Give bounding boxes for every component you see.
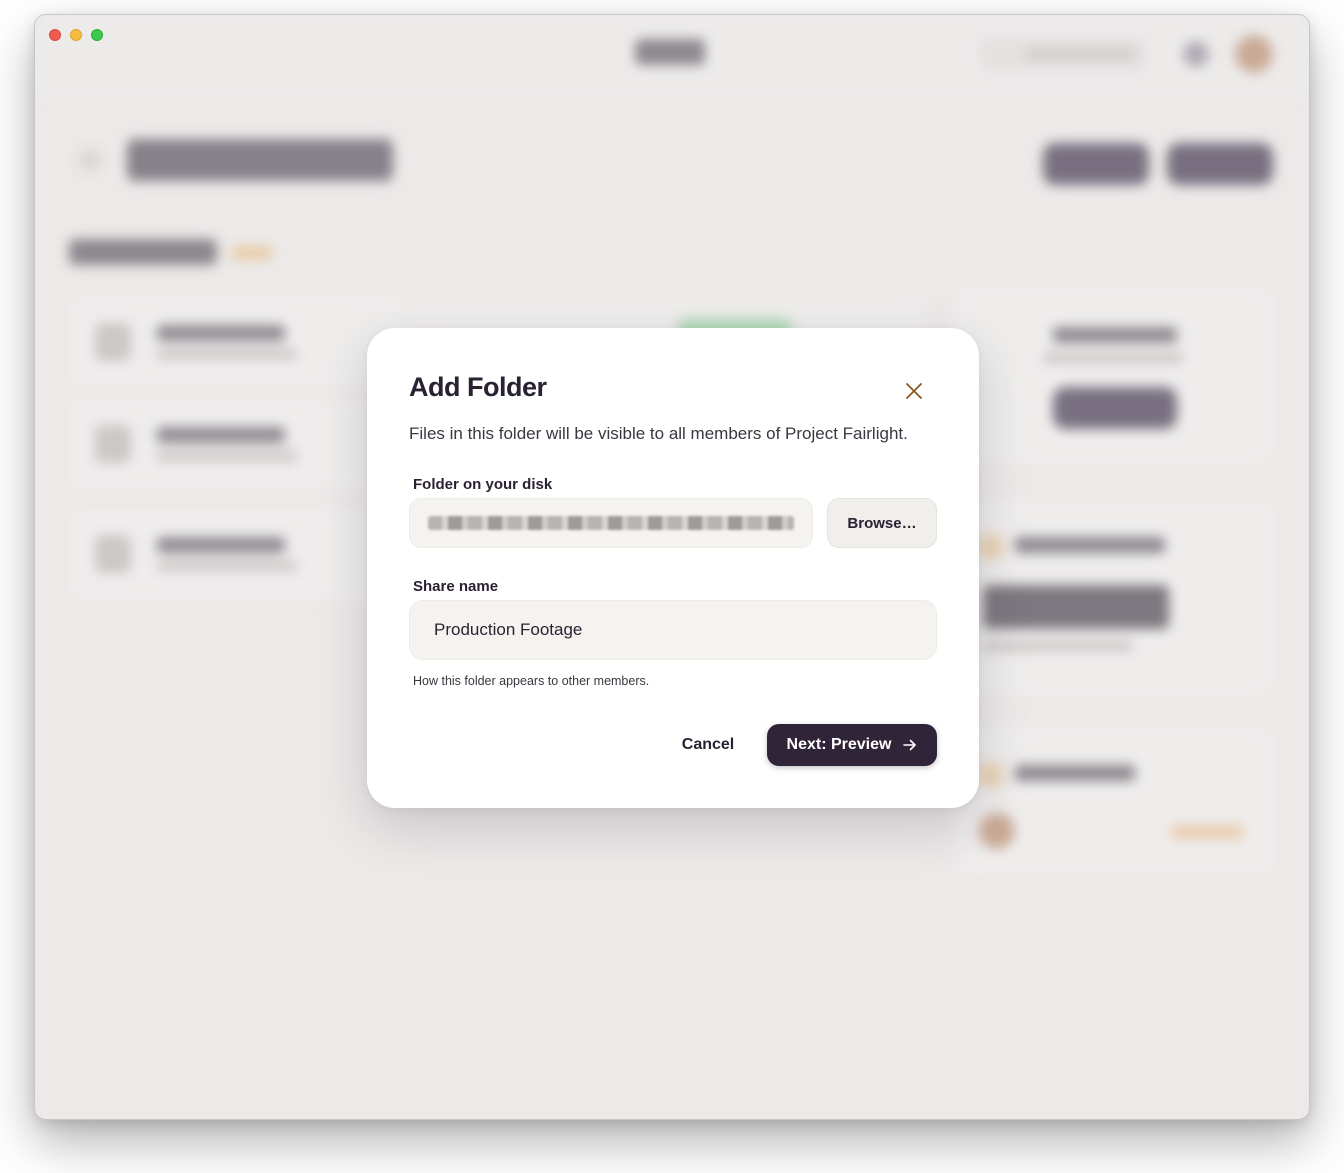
app-window: Add Folder Files in this folder will be … [34,14,1310,1120]
window-minimize-button[interactable] [70,29,82,41]
arrow-right-icon [903,739,917,751]
browse-button[interactable]: Browse… [827,498,937,548]
folder-path-input[interactable] [409,498,813,548]
window-controls [49,29,103,41]
folder-field-label: Folder on your disk [413,476,553,493]
share-name-hint: How this folder appears to other members… [413,674,650,688]
close-button[interactable] [899,376,929,406]
next-button-label: Next: Preview [786,736,892,753]
dialog-title: Add Folder [409,372,547,402]
cancel-button[interactable]: Cancel [663,724,753,766]
share-name-label: Share name [413,578,499,595]
add-folder-dialog: Add Folder Files in this folder will be … [367,328,979,808]
redacted-folder-path [428,516,794,530]
dialog-description: Files in this folder will be visible to … [409,424,908,443]
close-icon [906,383,922,399]
share-name-input[interactable] [409,600,937,660]
window-close-button[interactable] [49,29,61,41]
next-preview-button[interactable]: Next: Preview [767,724,937,766]
window-maximize-button[interactable] [91,29,103,41]
